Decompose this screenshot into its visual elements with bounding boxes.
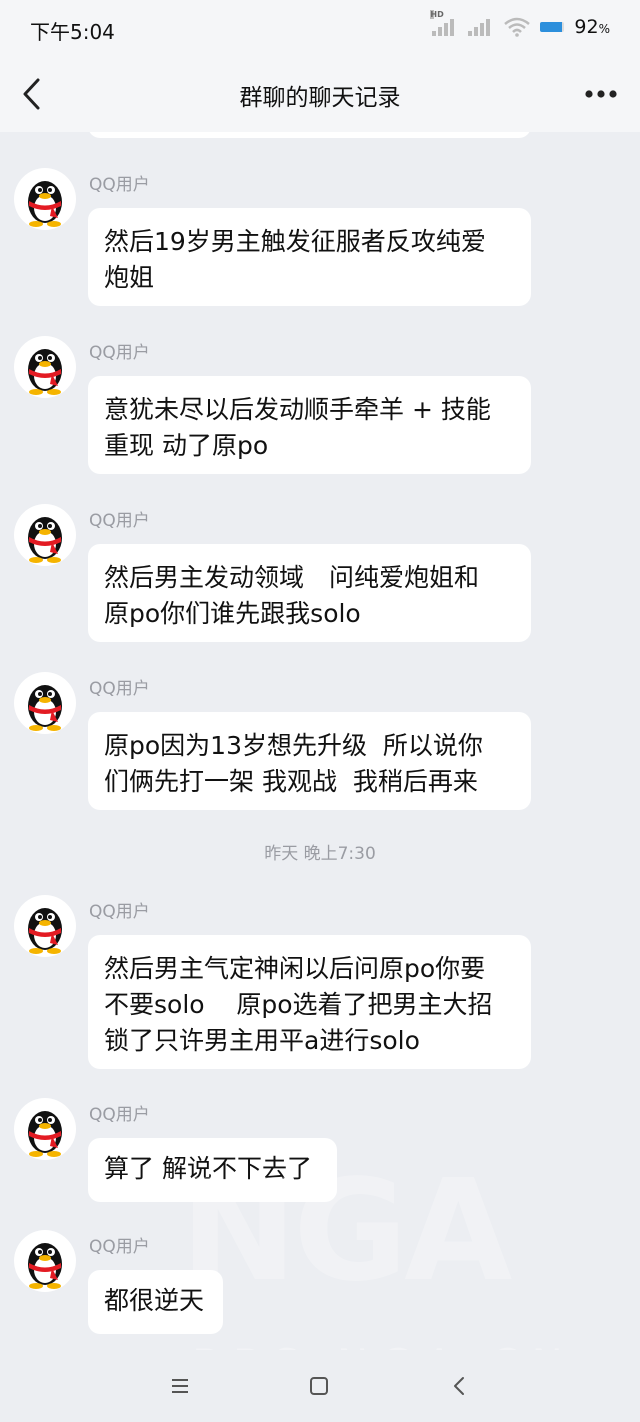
avatar[interactable] (14, 895, 76, 957)
menu-icon[interactable] (168, 1374, 192, 1398)
signal-icon (468, 18, 494, 36)
message-bubble[interactable]: 原po因为13岁想先升级 所以说你 们俩先打一架 我观战 我稍后再来 (88, 712, 531, 810)
sender-name: QQ用户 (89, 902, 150, 922)
sender-name: QQ用户 (89, 679, 150, 699)
qq-penguin-icon (28, 1111, 62, 1157)
signal-hd-icon: HD (430, 10, 458, 36)
message-bubble[interactable]: 然后男主发动领域 问纯爱炮姐和 原po你们谁先跟我solo (88, 544, 531, 642)
qq-penguin-icon (28, 349, 62, 395)
qq-penguin-icon (28, 908, 62, 954)
sender-name: QQ用户 (89, 1105, 150, 1125)
header: 群聊的聊天记录 (0, 60, 640, 132)
qq-penguin-icon (28, 1243, 62, 1289)
time-divider: 昨天 晚上7:30 (264, 844, 376, 864)
battery-percent: 92% (574, 16, 610, 38)
battery-icon (540, 22, 565, 32)
status-bar: 下午5:04 HD 92% (0, 0, 640, 60)
message-bubble-partial (88, 132, 531, 138)
avatar[interactable] (14, 504, 76, 566)
qq-penguin-icon (28, 181, 62, 227)
more-options-icon[interactable] (584, 82, 618, 106)
sender-name: QQ用户 (89, 343, 150, 363)
avatar[interactable] (14, 672, 76, 734)
avatar[interactable] (14, 1230, 76, 1292)
qq-penguin-icon (28, 517, 62, 563)
message-bubble[interactable]: 然后男主气定神闲以后问原po你要 不要solo 原po选着了把男主大招 锁了只许… (88, 935, 531, 1069)
hd-label: HD (430, 10, 444, 19)
back-nav-icon[interactable] (448, 1374, 472, 1398)
status-time: 下午5:04 (30, 20, 115, 44)
sender-name: QQ用户 (89, 511, 150, 531)
page-title: 群聊的聊天记录 (239, 85, 401, 111)
home-icon[interactable] (307, 1374, 331, 1398)
avatar[interactable] (14, 336, 76, 398)
avatar[interactable] (14, 1098, 76, 1160)
avatar[interactable] (14, 168, 76, 230)
status-icons: HD 92% (430, 10, 610, 38)
sender-name: QQ用户 (89, 1237, 150, 1257)
system-nav-bar (0, 1350, 640, 1422)
watermark-logo: NGA (180, 1150, 512, 1313)
qq-penguin-icon (28, 685, 62, 731)
message-bubble[interactable]: 意犹未尽以后发动顺手牵羊 + 技能 重现 动了原po (88, 376, 531, 474)
wifi-icon (504, 17, 531, 37)
message-bubble[interactable]: 然后19岁男主触发征服者反攻纯爱 炮姐 (88, 208, 531, 306)
sender-name: QQ用户 (89, 175, 150, 195)
